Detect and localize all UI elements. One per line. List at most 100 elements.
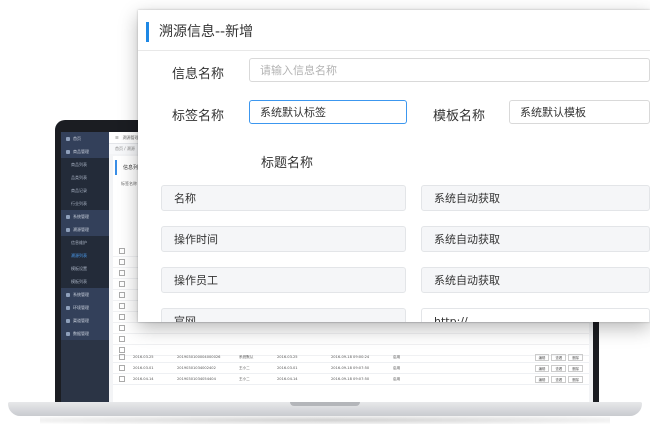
row-checkbox[interactable] [119,270,125,276]
sidebar-item-label: 首页 [73,135,81,141]
sidebar-item[interactable]: 溯源列表 [61,249,109,262]
table-cell-updated: 2016-09-18 09:07:50 [331,366,370,370]
row-action-button[interactable]: 删除 [568,364,583,372]
table-row[interactable]: 2016.03.01 20190301034002402 王小二 2016.03.01… [113,363,589,374]
row-action-button[interactable]: 查看 [551,364,567,372]
menu-item-icon [66,318,70,323]
sidebar-item[interactable]: 商品列表 [61,158,109,171]
table-cell-label: 系统默认 [239,354,254,359]
table-cell-date: 2016.04.14 [133,377,154,381]
operation-time-value: 系统自动获取 [421,226,650,252]
admin-sidebar: 首页 商品管理 商品列表 品类列表 商品记录 行业列表 系统管理 溯源管理 信息维护 溯源列表 模板… [61,132,109,404]
name-field-label: 名称 [161,185,406,211]
row-action-button[interactable]: 编辑 [534,375,550,383]
table-cell-created: 2016.04.14 [277,377,298,381]
row-checkbox[interactable] [119,336,125,342]
sidebar-item[interactable]: 数据管理 [61,327,109,340]
heading-name-label: 标题名称 [261,156,314,171]
sidebar-item[interactable]: 品类列表 [61,171,109,184]
sidebar-item-label: 品类列表 [71,174,87,180]
table-cell-status: 启用 [393,365,401,370]
info-name-input[interactable]: 请输入信息名称 [249,58,650,82]
website-label: 官网 [161,308,406,322]
table-row[interactable] [113,334,589,345]
tag-name-input[interactable]: 系统默认标签 [249,100,407,124]
sidebar-item[interactable]: 溯源管理 [61,223,109,236]
row-checkbox[interactable] [119,303,125,309]
table-cell-status: 启用 [393,354,401,359]
menu-item-icon [66,292,70,297]
add-trace-info-dialog: 溯源信息--新增 信息名称 请输入信息名称 标签名称 系统默认标签 模板名称 系… [138,10,650,322]
table-cell-date: 2016.03.01 [133,366,154,370]
row-checkbox[interactable] [119,325,125,331]
row-checkbox[interactable] [119,281,125,287]
row-action-button[interactable]: 删除 [568,353,583,361]
table-row[interactable]: 2016.03.25 2019030100004000026 系统默认 2016.03… [113,352,589,363]
sidebar-item-label: 模板列表 [71,278,87,284]
sidebar-item[interactable]: 商品管理 [61,145,109,158]
menu-item-icon [66,305,70,310]
row-checkbox[interactable] [119,259,125,265]
table-row[interactable]: 2016.04.14 20190301034054404 王小二 2016.04.14… [113,374,589,385]
menu-item-icon [66,214,70,219]
row-action-button[interactable]: 编辑 [534,353,550,361]
menu-item-icon [66,136,70,141]
sidebar-item[interactable]: 渠道管理 [61,314,109,327]
sidebar-item[interactable]: 模板列表 [61,275,109,288]
row-checkbox[interactable] [119,292,125,298]
table-cell-code: 20190301034002402 [177,366,216,370]
table-cell-created: 2016.03.25 [277,355,298,359]
sidebar-item-label: 商品管理 [73,148,89,154]
operator-value: 系统自动获取 [421,267,650,293]
sidebar-item-label: 系统管理 [73,291,89,297]
row-actions: 编辑 查看 删除 [534,353,583,361]
info-name-label: 信息名称 [172,67,225,82]
table-cell-code: 20190301034054404 [177,377,216,381]
title-divider [138,50,650,51]
table-row[interactable] [113,323,589,334]
sidebar-item-label: 模板设置 [71,265,87,271]
sidebar-item[interactable]: 模板设置 [61,262,109,275]
row-checkbox[interactable] [119,354,125,360]
row-action-button[interactable]: 查看 [551,375,567,383]
row-checkbox[interactable] [119,248,125,254]
website-input[interactable]: http:// [421,308,650,322]
name-field-value: 系统自动获取 [421,185,650,211]
data-table: 2016.03.25 2019030100004000026 系统默认 2016.03… [113,352,589,385]
sidebar-item-label: 系统管理 [73,213,89,219]
sidebar-item[interactable]: 系统管理 [61,210,109,223]
menu-icon[interactable]: ☰ [115,135,119,140]
operation-time-label: 操作时间 [161,226,406,252]
sidebar-item-label: 商品列表 [71,161,87,167]
sidebar-item[interactable]: 首页 [61,132,109,145]
row-action-button[interactable]: 查看 [551,353,567,361]
sidebar-item[interactable]: 商品记录 [61,184,109,197]
sidebar-item[interactable]: 系统管理 [61,288,109,301]
laptop-shadow [40,416,610,424]
sidebar-item[interactable]: 环境管理 [61,301,109,314]
table-cell-code: 2019030100004000026 [177,355,221,359]
table-cell-date: 2016.03.25 [133,355,154,359]
row-action-button[interactable]: 编辑 [534,364,550,372]
sidebar-item[interactable]: 信息维护 [61,236,109,249]
tag-name-label: 标签名称 [172,109,225,124]
row-action-button[interactable]: 删除 [568,375,583,383]
row-actions: 编辑 查看 删除 [534,375,583,383]
row-checkbox[interactable] [119,365,125,371]
template-name-select[interactable]: 系统默认模板 [509,100,650,124]
sidebar-item-label: 行业列表 [71,200,87,206]
table-cell-updated: 2016-09-18 09:00:24 [331,355,370,359]
menu-item-icon [66,227,70,232]
sidebar-item[interactable]: 行业列表 [61,197,109,210]
laptop-notch [290,402,360,406]
sidebar-item-label: 商品记录 [71,187,87,193]
row-checkbox[interactable] [119,314,125,320]
row-checkbox[interactable] [119,376,125,382]
operator-label: 操作员工 [161,267,406,293]
table-cell-created: 2016.03.01 [277,366,298,370]
sidebar-item-label: 溯源管理 [73,226,89,232]
sidebar-item-label: 环境管理 [73,304,89,310]
table-cell-label: 王小二 [239,365,250,370]
row-actions: 编辑 查看 删除 [534,364,583,372]
dialog-title: 溯源信息--新增 [146,22,253,42]
